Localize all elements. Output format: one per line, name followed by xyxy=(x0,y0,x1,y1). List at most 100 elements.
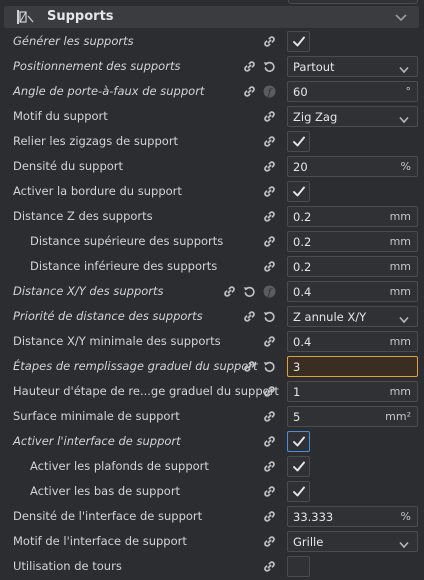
setting-value: Zig Zag xyxy=(293,110,338,124)
setting-row-positionnement-des-supports: Positionnement des supports Partout xyxy=(0,54,424,79)
setting-row-distance-z-des-supports: Distance Z des supports 0.2 mm xyxy=(0,204,424,229)
link-icon xyxy=(263,185,276,198)
setting-row-angle-de-porte-a-faux-de-support: Angle de porte-à-faux de support f 60 ° xyxy=(0,79,424,104)
setting-checkbox[interactable] xyxy=(287,31,310,52)
setting-row-activer-les-plafonds-de-support: Activer les plafonds de support xyxy=(0,454,424,479)
setting-value: 33.333 xyxy=(293,510,334,524)
link-icon xyxy=(263,435,276,448)
reset-icon[interactable] xyxy=(263,60,276,73)
section-header-supports[interactable]: Supports xyxy=(4,6,419,28)
setting-value: Partout xyxy=(293,60,335,74)
setting-value: 1 xyxy=(293,385,301,399)
setting-label: Motif de l'interface de support xyxy=(13,534,187,548)
link-icon xyxy=(263,510,276,523)
link-icon xyxy=(263,485,276,498)
setting-row-distance-inferieure-des-supports: Distance inférieure des supports 0.2 mm xyxy=(0,254,424,279)
setting-label: Activer les bas de support xyxy=(30,484,181,498)
setting-dropdown[interactable]: Z annule X/Y xyxy=(287,306,418,327)
setting-dropdown[interactable]: Zig Zag xyxy=(287,106,418,127)
setting-checkbox[interactable] xyxy=(287,481,310,502)
previous-field-edge xyxy=(288,0,418,4)
setting-checkbox[interactable] xyxy=(287,181,310,202)
setting-number-input[interactable]: 3 xyxy=(287,356,418,377)
setting-row-hauteur-d-etape-de-re-ge-graduel-du-support: Hauteur d'étape de re...ge graduel du su… xyxy=(0,379,424,404)
setting-label: Distance X/Y minimale des supports xyxy=(13,334,221,348)
setting-checkbox[interactable] xyxy=(287,456,310,477)
chevron-down-icon xyxy=(399,63,409,74)
setting-checkbox[interactable] xyxy=(287,131,310,152)
setting-value: 3 xyxy=(293,360,301,374)
setting-number-input[interactable]: 20% xyxy=(287,156,418,177)
setting-dropdown[interactable]: Partout xyxy=(287,56,418,77)
setting-label: Distance inférieure des supports xyxy=(30,259,218,273)
setting-number-input[interactable]: 0.2 mm xyxy=(287,256,418,277)
setting-unit: mm xyxy=(389,260,411,273)
setting-value: 20 xyxy=(293,160,308,174)
link-icon xyxy=(263,235,276,248)
chevron-down-icon xyxy=(399,113,409,124)
setting-label: Étapes de remplissage graduel du support xyxy=(13,359,258,373)
collapse-chevron-icon[interactable] xyxy=(395,12,407,22)
setting-checkbox[interactable] xyxy=(287,431,310,452)
link-icon xyxy=(263,560,276,573)
setting-row-generer-les-supports: Générer les supports xyxy=(0,29,424,54)
setting-value: 60 xyxy=(293,85,308,99)
setting-value: 0.4 xyxy=(293,335,312,349)
setting-label: Utilisation de tours xyxy=(13,559,122,573)
setting-label: Densité de l'interface de support xyxy=(13,509,203,523)
link-icon xyxy=(263,260,276,273)
setting-number-input[interactable]: 0.4 mm xyxy=(287,331,418,352)
setting-unit: mm xyxy=(389,385,411,398)
function-icon: f xyxy=(263,85,276,98)
setting-unit: mm xyxy=(389,235,411,248)
setting-checkbox[interactable] xyxy=(287,556,310,577)
scrollbar[interactable] xyxy=(420,0,424,580)
setting-label: Surface minimale de support xyxy=(13,409,180,423)
setting-row-motif-de-l-interface-de-support: Motif de l'interface de support Grille xyxy=(0,529,424,554)
setting-row-activer-la-bordure-du-support: Activer la bordure du support xyxy=(0,179,424,204)
setting-label: Densité du support xyxy=(13,159,124,173)
link-icon xyxy=(263,210,276,223)
setting-number-input[interactable]: 60 ° xyxy=(287,81,418,102)
link-icon xyxy=(263,460,276,473)
setting-row-utilisation-de-tours: Utilisation de tours xyxy=(0,554,424,579)
setting-row-surface-minimale-de-support: Surface minimale de support 5 mm² xyxy=(0,404,424,429)
setting-label: Distance supérieure des supports xyxy=(30,234,224,248)
setting-label: Activer les plafonds de support xyxy=(30,459,209,473)
setting-number-input[interactable]: 5 mm² xyxy=(287,406,418,427)
setting-value: 0.2 xyxy=(293,235,312,249)
setting-number-input[interactable]: 1 mm xyxy=(287,381,418,402)
reset-icon[interactable] xyxy=(243,285,256,298)
setting-unit: mm² xyxy=(385,410,411,423)
setting-value: 0.2 xyxy=(293,260,312,274)
reset-icon[interactable] xyxy=(263,360,276,373)
setting-label: Priorité de distance des supports xyxy=(13,309,203,323)
setting-value: Z annule X/Y xyxy=(293,310,367,324)
reset-icon[interactable] xyxy=(263,310,276,323)
setting-unit: mm xyxy=(389,335,411,348)
support-structure-icon xyxy=(16,10,34,24)
setting-row-densite-de-l-interface-de-support: Densité de l'interface de support 33.333% xyxy=(0,504,424,529)
setting-value: 0.2 xyxy=(293,210,312,224)
setting-row-distance-x-y-des-supports: Distance X/Y des supports f 0.4 mm xyxy=(0,279,424,304)
link-icon xyxy=(243,85,256,98)
setting-label: Générer les supports xyxy=(13,34,134,48)
setting-row-etapes-de-remplissage-graduel-du-support: Étapes de remplissage graduel du support… xyxy=(0,354,424,379)
chevron-down-icon xyxy=(399,313,409,324)
setting-row-distance-x-y-minimale-des-supports: Distance X/Y minimale des supports 0.4 mm xyxy=(0,329,424,354)
setting-row-densite-du-support: Densité du support 20% xyxy=(0,154,424,179)
setting-value: 0.4 xyxy=(293,285,312,299)
link-icon xyxy=(263,335,276,348)
setting-number-input[interactable]: 0.4 mm xyxy=(287,281,418,302)
link-icon xyxy=(263,160,276,173)
link-icon xyxy=(263,110,276,123)
link-icon xyxy=(263,135,276,148)
link-icon xyxy=(243,60,256,73)
section-title: Supports xyxy=(47,9,114,24)
setting-number-input[interactable]: 0.2 mm xyxy=(287,206,418,227)
setting-dropdown[interactable]: Grille xyxy=(287,531,418,552)
setting-number-input[interactable]: 33.333% xyxy=(287,506,418,527)
setting-value: 5 xyxy=(293,410,301,424)
setting-label: Relier les zigzags de support xyxy=(13,134,179,148)
setting-number-input[interactable]: 0.2 mm xyxy=(287,231,418,252)
